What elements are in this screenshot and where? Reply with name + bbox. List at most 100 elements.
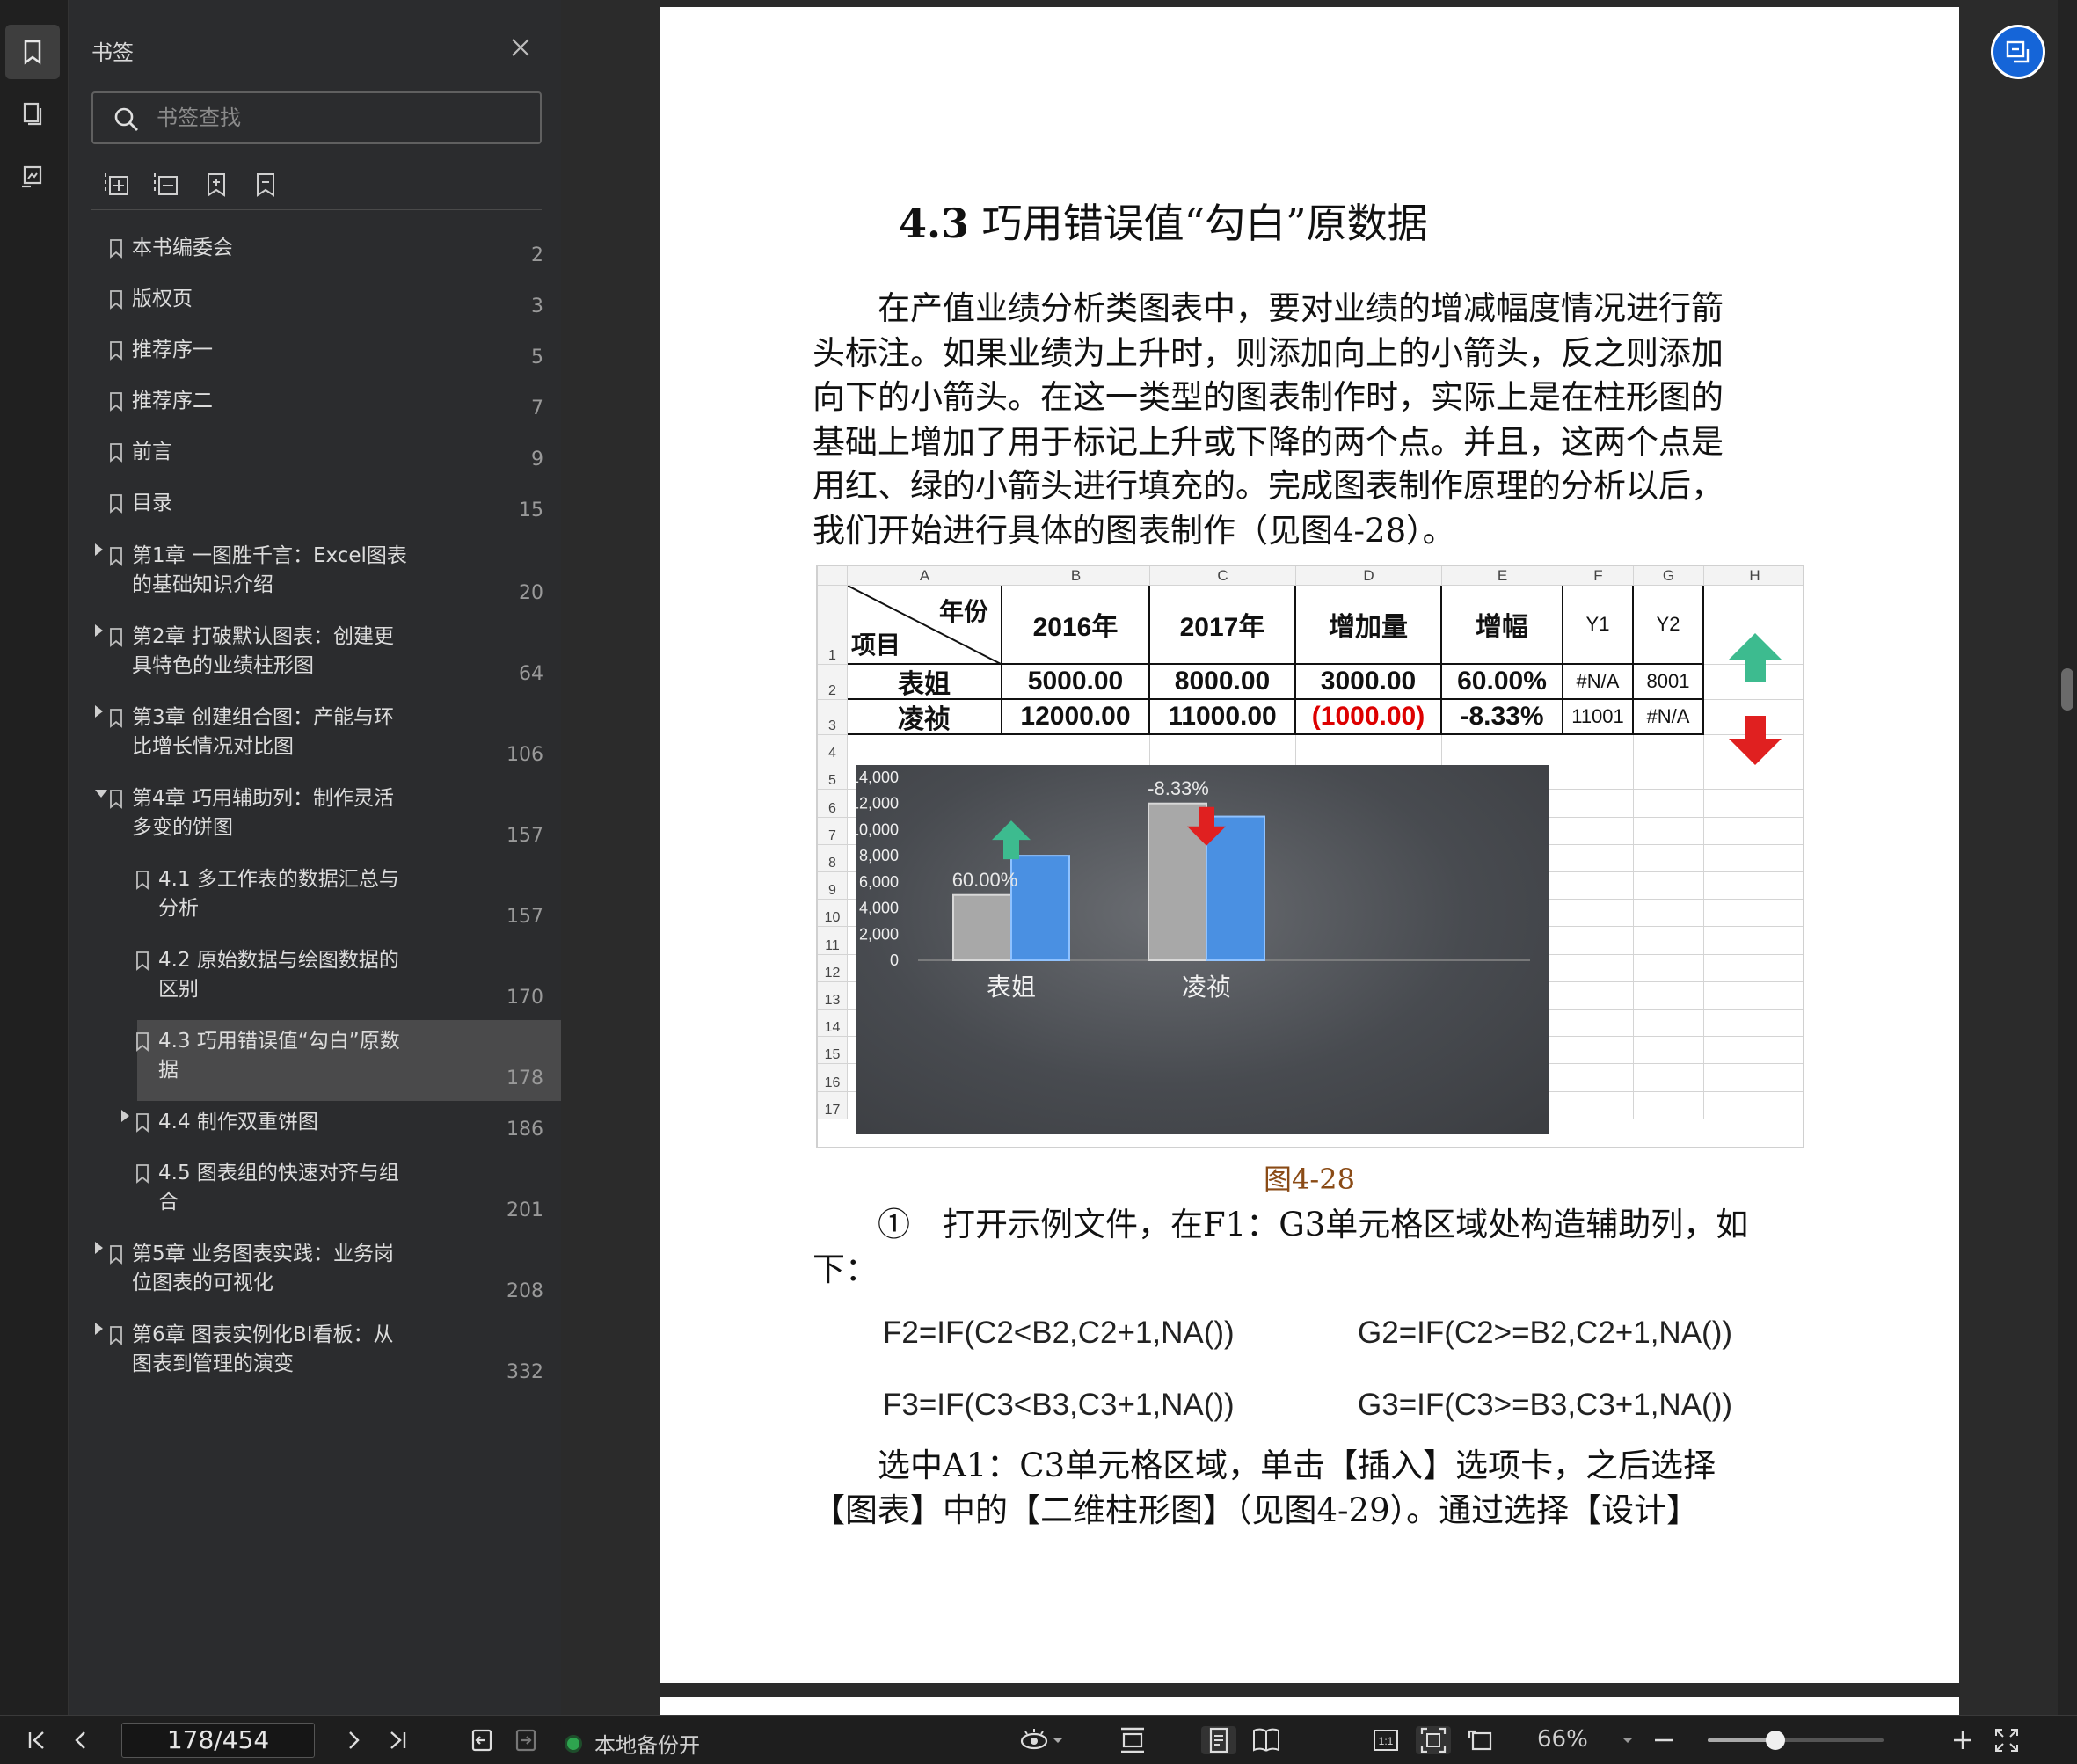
empty-cell[interactable]	[1563, 927, 1634, 955]
last-page-button[interactable]	[382, 1726, 413, 1754]
next-page-button[interactable]	[338, 1726, 369, 1754]
empty-cell[interactable]	[1704, 818, 1803, 845]
empty-cell[interactable]	[1563, 790, 1634, 818]
bookmark-item[interactable]: 推荐序二 7	[69, 380, 561, 431]
eye-protection-button[interactable]	[1017, 1726, 1066, 1754]
floating-convert-button[interactable]	[1991, 25, 2045, 79]
local-backup-status[interactable]: 本地备份开	[565, 1728, 700, 1759]
empty-cell[interactable]	[1704, 927, 1803, 955]
empty-cell[interactable]	[1563, 900, 1634, 928]
back-button[interactable]	[466, 1726, 498, 1754]
annotation-tab-button[interactable]	[5, 149, 60, 204]
collapse-all-button[interactable]	[151, 169, 183, 200]
document-scrollbar[interactable]	[2058, 0, 2077, 1715]
empty-cell[interactable]	[1704, 1064, 1803, 1092]
empty-cell[interactable]	[1563, 1064, 1634, 1092]
forward-button[interactable]	[510, 1726, 542, 1754]
expand-arrow-icon[interactable]	[121, 1110, 129, 1122]
empty-cell[interactable]	[1634, 872, 1704, 900]
previous-page-button[interactable]	[65, 1726, 97, 1754]
bookmark-item[interactable]: 第6章 图表实例化BI看板：从 图表到管理的演变 332	[69, 1314, 561, 1395]
empty-cell[interactable]	[1704, 845, 1803, 872]
expand-arrow-icon[interactable]	[95, 543, 103, 556]
add-bookmark-button[interactable]	[200, 169, 232, 200]
empty-cell[interactable]	[1704, 982, 1803, 1010]
chart-bar[interactable]	[1010, 855, 1070, 961]
empty-cell[interactable]	[1634, 900, 1704, 928]
remove-bookmark-button[interactable]	[250, 169, 281, 200]
bookmark-item[interactable]: 第2章 打破默认图表：创建更 具特色的业绩柱形图 64	[69, 616, 561, 696]
empty-cell[interactable]	[1563, 954, 1634, 982]
empty-cell[interactable]	[1704, 1010, 1803, 1038]
empty-cell[interactable]	[1704, 1092, 1803, 1119]
row-header[interactable]: 11	[818, 927, 848, 955]
close-panel-button[interactable]	[506, 33, 535, 62]
bookmark-item[interactable]: 目录 15	[69, 482, 561, 533]
actual-size-button[interactable]: 1:1	[1368, 1726, 1403, 1754]
row-header[interactable]: 16	[818, 1064, 848, 1092]
bookmark-tab-button[interactable]	[5, 25, 60, 79]
empty-cell[interactable]	[1704, 955, 1803, 982]
bookmark-search-input[interactable]	[157, 102, 526, 134]
empty-cell[interactable]	[1634, 981, 1704, 1010]
fit-page-button[interactable]	[1416, 1726, 1451, 1754]
column-chart[interactable]: 14,000 12,000 10,000 8,000 6,000 4,000 2,000 0 表…	[850, 765, 1549, 1134]
zoom-in-button[interactable]	[1947, 1726, 1979, 1754]
expand-arrow-icon[interactable]	[95, 1242, 103, 1254]
bookmark-item[interactable]: 4.1 多工作表的数据汇总与 分析 157	[69, 858, 561, 939]
page-number-input[interactable]: 178/454	[121, 1723, 315, 1758]
row-header[interactable]: 15	[818, 1037, 848, 1065]
row-header[interactable]: 8	[818, 844, 848, 872]
first-page-button[interactable]	[21, 1726, 53, 1754]
row-header[interactable]: 6	[818, 790, 848, 818]
bookmark-item[interactable]: 第5章 业务图表实践：业务岗 位图表的可视化 208	[69, 1233, 561, 1314]
empty-cell[interactable]	[1634, 954, 1704, 982]
empty-cell[interactable]	[1563, 817, 1634, 845]
bookmark-item[interactable]: 版权页 3	[69, 278, 561, 329]
row-header[interactable]: 10	[818, 900, 848, 928]
row-header[interactable]: 7	[818, 817, 848, 845]
empty-cell[interactable]	[1563, 1091, 1634, 1119]
dual-page-button[interactable]	[1249, 1726, 1284, 1754]
empty-cell[interactable]	[1704, 1037, 1803, 1065]
empty-cell[interactable]	[1634, 1064, 1704, 1092]
expand-arrow-icon[interactable]	[95, 1323, 103, 1335]
rotate-button[interactable]	[1463, 1726, 1498, 1754]
empty-cell[interactable]	[1634, 790, 1704, 818]
scrollbar-thumb[interactable]	[2061, 668, 2073, 711]
row-header[interactable]: 17	[818, 1091, 848, 1119]
continuous-view-button[interactable]	[1115, 1726, 1150, 1754]
thumbnail-tab-button[interactable]	[5, 86, 60, 141]
empty-cell[interactable]	[1634, 817, 1704, 845]
empty-cell[interactable]	[1704, 900, 1803, 928]
empty-cell[interactable]	[1563, 844, 1634, 872]
bookmark-search-box[interactable]	[91, 91, 542, 144]
empty-cell[interactable]	[1634, 844, 1704, 872]
empty-cell[interactable]	[1634, 1037, 1704, 1065]
empty-cell[interactable]	[1563, 1010, 1634, 1038]
empty-cell[interactable]	[1563, 1037, 1634, 1065]
empty-cell[interactable]	[1563, 981, 1634, 1010]
collapse-arrow-icon[interactable]	[95, 790, 107, 798]
zoom-slider[interactable]	[1708, 1731, 1884, 1750]
empty-cell[interactable]	[1634, 927, 1704, 955]
chart-bar[interactable]	[1206, 815, 1265, 962]
chart-bar[interactable]	[952, 893, 1012, 961]
row-header[interactable]: 13	[818, 981, 848, 1010]
expand-all-button[interactable]	[102, 169, 134, 200]
bookmark-item[interactable]: 4.2 原始数据与绘图数据的 区别 170	[69, 939, 561, 1020]
empty-cell[interactable]	[1563, 872, 1634, 900]
zoom-slider-knob[interactable]	[1766, 1731, 1785, 1750]
empty-cell[interactable]	[1634, 1091, 1704, 1119]
bookmark-item[interactable]: 前言 9	[69, 431, 561, 482]
zoom-dropdown-button[interactable]	[1614, 1726, 1641, 1754]
single-page-button[interactable]	[1201, 1726, 1236, 1754]
bookmark-item[interactable]: 第1章 一图胜千言：Excel图表 的基础知识介绍 20	[69, 535, 561, 616]
row-header[interactable]: 14	[818, 1010, 848, 1038]
bookmark-item[interactable]: 4.5 图表组的快速对齐与组 合 201	[69, 1152, 561, 1233]
row-header[interactable]: 12	[818, 954, 848, 982]
bookmark-item[interactable]: 第3章 创建组合图：产能与环 比增长情况对比图 106	[69, 696, 561, 777]
expand-arrow-icon[interactable]	[95, 624, 103, 637]
empty-cell[interactable]	[1634, 1010, 1704, 1038]
bookmark-item[interactable]: 本书编委会 2	[69, 227, 561, 278]
